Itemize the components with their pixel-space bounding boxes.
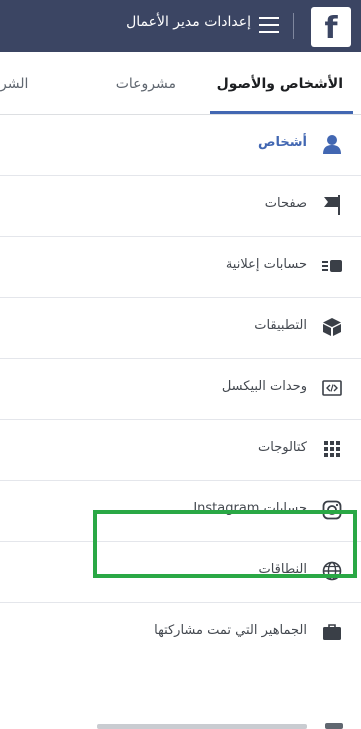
sidebar-item-catalogs[interactable]: كتالوجات xyxy=(0,420,361,481)
sidebar-item-label: التطبيقات xyxy=(254,318,307,333)
tab-projects[interactable]: مشروعات xyxy=(116,76,176,92)
sidebar-item-partial xyxy=(0,714,361,729)
ad-account-icon xyxy=(321,255,343,277)
sidebar-item-ad-accounts[interactable]: حسابات إعلانية xyxy=(0,237,361,298)
grid-icon xyxy=(321,438,343,460)
flag-icon xyxy=(321,194,343,216)
code-icon xyxy=(321,377,343,399)
sidebar-item-shared-audiences[interactable]: الجماهير التي تمت مشاركتها xyxy=(0,603,361,663)
active-tab-indicator xyxy=(210,111,353,114)
sidebar-item-label: كتالوجات xyxy=(258,440,307,455)
top-bar: f إعدادات مدير الأعمال xyxy=(0,0,361,52)
sidebar-item-apps[interactable]: التطبيقات xyxy=(0,298,361,359)
sidebar-item-label: صفحات xyxy=(264,196,307,211)
sidebar-item-people[interactable]: أشخاص xyxy=(0,115,361,176)
tab-partners[interactable]: الشر xyxy=(0,76,28,92)
sidebar-item-label: حسابات إعلانية xyxy=(225,257,307,272)
sidebar-item-label: وحدات البيكسل xyxy=(221,379,307,394)
briefcase-icon xyxy=(321,621,343,643)
person-icon xyxy=(321,133,343,155)
sidebar-item-label: الجماهير التي تمت مشاركتها xyxy=(154,623,307,638)
partial-label xyxy=(97,724,307,729)
facebook-logo-icon[interactable]: f xyxy=(311,7,351,47)
partial-icon xyxy=(325,723,343,729)
tab-bar: الأشخاص والأصول مشروعات الشر xyxy=(0,52,361,115)
sidebar-item-label: أشخاص xyxy=(258,135,307,150)
menu-icon[interactable] xyxy=(259,17,279,33)
cube-icon xyxy=(321,316,343,338)
sidebar-item-pages[interactable]: صفحات xyxy=(0,176,361,237)
page-title: إعدادات مدير الأعمال xyxy=(126,14,251,30)
sidebar-list: أشخاص صفحات حسابات إعلانية التطبيقات وحد… xyxy=(0,115,361,663)
tab-people-and-assets[interactable]: الأشخاص والأصول xyxy=(217,76,343,92)
instagram-highlight-frame xyxy=(93,510,357,578)
sidebar-item-pixels[interactable]: وحدات البيكسل xyxy=(0,359,361,420)
bar-divider xyxy=(293,13,294,39)
